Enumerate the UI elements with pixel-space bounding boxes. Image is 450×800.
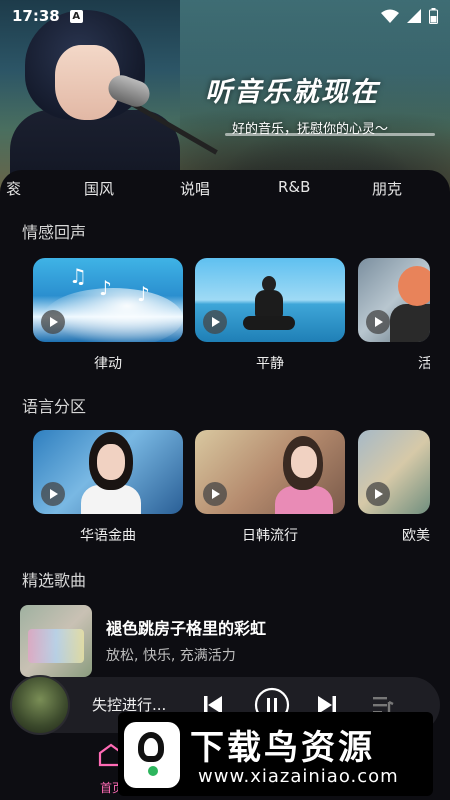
watermark-url: www.xiazainiao.com — [198, 766, 399, 787]
music-note-icon: ♪ — [137, 282, 150, 306]
play-icon[interactable] — [366, 482, 390, 506]
logo-dot — [148, 766, 158, 776]
genre-tab[interactable]: 朋克 — [372, 178, 402, 199]
player-cover-art[interactable] — [10, 675, 70, 735]
play-icon[interactable] — [366, 310, 390, 334]
card-chinese-hits[interactable]: 华语金曲 — [33, 430, 183, 544]
card-label: 华语金曲 — [80, 528, 136, 544]
card-label: 欧美 — [402, 528, 430, 544]
song-tags: 放松, 快乐, 充满活力 — [106, 648, 236, 664]
girl-face — [97, 444, 125, 480]
card-label: 日韩流行 — [242, 528, 298, 544]
wifi-icon — [381, 9, 399, 23]
girl-body — [275, 486, 333, 514]
play-icon[interactable] — [41, 310, 65, 334]
hero-underline — [225, 133, 435, 136]
man-torso — [255, 290, 283, 318]
card-western[interactable]: 欧美 — [358, 430, 430, 545]
card-label: 平静 — [256, 356, 284, 372]
card-thumbnail: ♫ ♪ ♪ — [33, 258, 183, 342]
play-icon[interactable] — [203, 310, 227, 334]
hero-title: 听音乐就现在 — [205, 77, 379, 108]
girl-face — [291, 446, 317, 478]
card-thumbnail — [195, 430, 345, 514]
play-icon[interactable] — [203, 482, 227, 506]
music-note-icon: ♫ — [69, 264, 87, 288]
wave-crest — [43, 288, 183, 342]
card-label: 活 — [418, 356, 430, 372]
bird-shape — [138, 732, 164, 762]
status-time: 17:38 — [12, 7, 60, 25]
song-title: 褪色跳房子格里的彩虹 — [106, 619, 267, 638]
card-lively[interactable]: 活 — [358, 258, 430, 373]
featured-song-row[interactable]: 褪色跳房子格里的彩虹 放松, 快乐, 充满活力 — [20, 605, 430, 677]
status-bar: 17:38 A — [0, 0, 450, 32]
genre-tab[interactable]: 衮 — [6, 178, 21, 199]
man-legs — [243, 316, 295, 330]
card-thumbnail — [358, 430, 430, 514]
card-thumbnail — [358, 258, 430, 342]
card-thumbnail — [33, 430, 183, 514]
girl-hair — [398, 266, 430, 306]
card-jk-pop[interactable]: 日韩流行 — [195, 430, 345, 544]
bird-logo-icon — [124, 722, 180, 788]
music-note-icon: ♪ — [99, 276, 112, 300]
card-calm[interactable]: 平静 — [195, 258, 345, 372]
song-cover — [20, 605, 92, 677]
watermark-title: 下载鸟资源 — [190, 728, 375, 768]
card-thumbnail — [195, 258, 345, 342]
girl-body — [390, 304, 430, 342]
battery-icon — [429, 8, 438, 24]
genre-tab[interactable]: 国风 — [84, 178, 114, 199]
section-title-language: 语言分区 — [22, 397, 87, 416]
signal-icon — [407, 9, 421, 23]
section-title-featured: 精选歌曲 — [22, 571, 87, 590]
notification-badge: A — [69, 9, 83, 23]
genre-tab[interactable]: R&B — [278, 178, 310, 196]
section-title-emotion: 情感回声 — [22, 223, 87, 242]
play-icon[interactable] — [41, 482, 65, 506]
meditating-man — [243, 276, 295, 332]
card-rhythm[interactable]: ♫ ♪ ♪ 律动 — [33, 258, 183, 372]
watermark: 下载鸟资源 www.xiazainiao.com — [118, 712, 433, 796]
card-label: 律动 — [94, 356, 122, 372]
genre-tab[interactable]: 说唱 — [180, 178, 210, 199]
genre-tabs: 衮 国风 说唱 R&B 朋克 — [0, 178, 450, 200]
hopscotch-art — [28, 629, 84, 663]
